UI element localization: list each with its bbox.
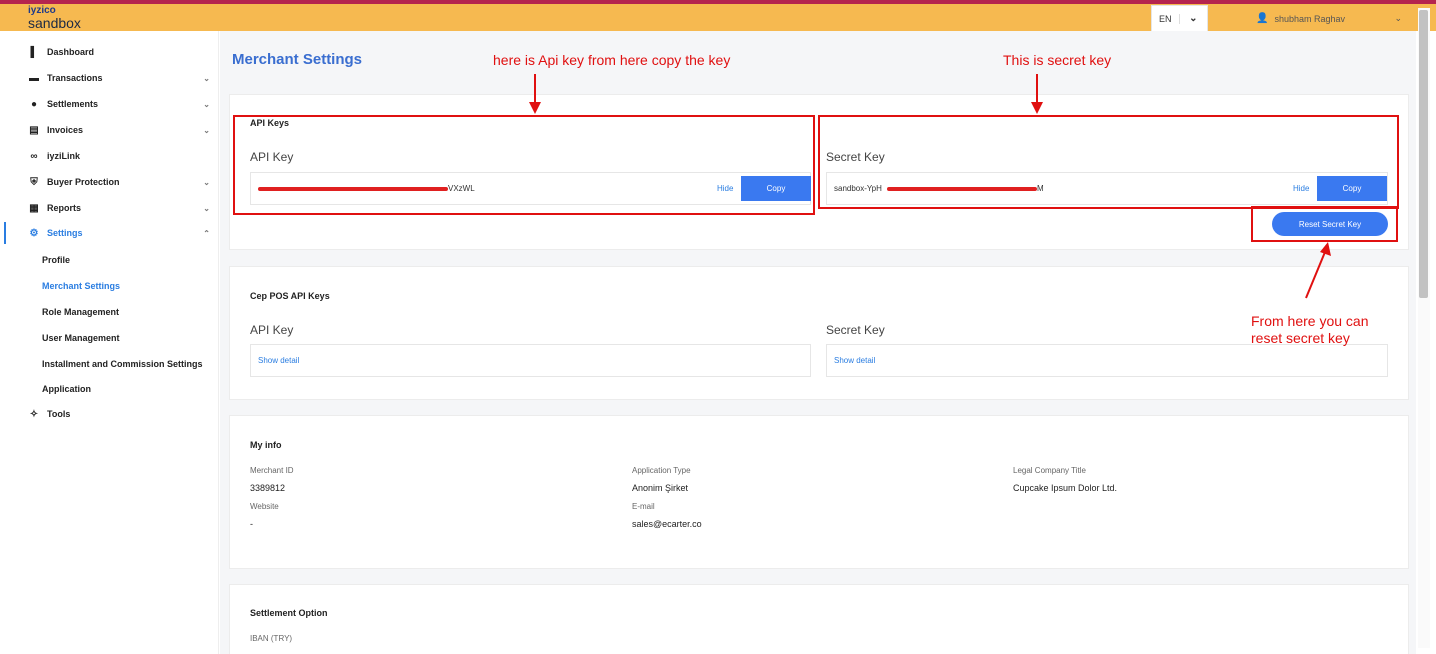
annotation-arrow-down-icon [529, 74, 541, 114]
sidebar: ▌ Dashboard ▬ Transactions ⌄ ● Settlemen… [0, 31, 219, 654]
brand-line2: sandbox [28, 15, 81, 31]
sidebar-item-label: iyziLink [47, 151, 81, 161]
website-label: Website [250, 502, 279, 511]
page-title: Merchant Settings [232, 51, 363, 68]
application-type-value: Anonim Şirket [632, 483, 689, 493]
merchant-id-value: 3389812 [250, 483, 286, 493]
annotation-secret-key-note: This is secret key [1003, 52, 1112, 68]
chevron-down-icon: ⌄ [203, 203, 210, 213]
sidebar-item-settlements[interactable]: ● Settlements ⌄ [0, 91, 219, 117]
sidebar-subitem-merchant-settings[interactable]: Merchant Settings [42, 281, 120, 291]
cep-pos-secret-key-show-detail[interactable]: Show detail [834, 356, 875, 365]
annotation-reset-box [1251, 206, 1398, 242]
brand-logo[interactable]: iyzico sandbox [28, 6, 81, 31]
sidebar-item-label: Reports [47, 203, 82, 213]
card-icon: ▬ [29, 72, 39, 84]
chevron-down-icon: ⌄ [203, 125, 210, 135]
annotation-secret-key-box [818, 115, 1399, 209]
settlement-title: Settlement Option [250, 608, 328, 618]
puzzle-icon: ✧ [29, 408, 39, 420]
sidebar-subitem-installment-settings[interactable]: Installment and Commission Settings [42, 359, 203, 369]
gear-icon: ⚙ [29, 227, 39, 239]
cep-pos-secret-key-label: Secret Key [826, 323, 885, 337]
annotation-reset-note-line2: reset secret key [1251, 330, 1350, 346]
sidebar-item-label: Tools [47, 409, 71, 419]
sidebar-item-label: Invoices [47, 125, 84, 135]
invoice-icon: ▤ [29, 124, 39, 136]
annotation-api-key-box [233, 115, 815, 215]
coin-icon: ● [30, 98, 38, 110]
reports-icon: ▦ [29, 202, 39, 214]
settlement-card [229, 584, 1409, 654]
scrollbar-thumb[interactable] [1419, 10, 1428, 298]
sidebar-item-settings[interactable]: ⚙ Settings ⌃ [0, 220, 219, 246]
bar-chart-icon: ▌ [30, 46, 38, 58]
sidebar-subitem-application[interactable]: Application [42, 384, 91, 394]
language-code: EN [1152, 13, 1180, 24]
email-label: E-mail [632, 502, 655, 511]
website-value: - [250, 519, 253, 529]
user-name: shubham Raghav [1274, 13, 1345, 24]
sidebar-item-label: Settlements [47, 99, 99, 109]
sidebar-item-label: Buyer Protection [47, 177, 120, 187]
merchant-id-label: Merchant ID [250, 466, 294, 475]
chevron-down-icon: ⌄ [203, 73, 210, 83]
user-icon: 👤 [1256, 13, 1269, 24]
annotation-arrow-down-icon [1031, 74, 1043, 114]
cep-pos-title: Cep POS API Keys [250, 291, 330, 301]
sidebar-item-transactions[interactable]: ▬ Transactions ⌄ [0, 65, 219, 91]
application-type-label: Application Type [632, 466, 691, 475]
sidebar-item-reports[interactable]: ▦ Reports ⌄ [0, 195, 219, 221]
cep-pos-api-key-field: Show detail [250, 344, 811, 377]
iban-label: IBAN (TRY) [250, 634, 293, 643]
cep-pos-secret-key-field: Show detail [826, 344, 1388, 377]
annotation-api-key-note: here is Api key from here copy the key [493, 52, 731, 68]
sidebar-item-buyer-protection[interactable]: ⛨ Buyer Protection ⌄ [0, 169, 219, 195]
cep-pos-card [229, 266, 1409, 400]
chevron-down-icon: ⌄ [1394, 13, 1402, 23]
cep-pos-api-key-show-detail[interactable]: Show detail [258, 356, 299, 365]
top-bar: iyzico sandbox EN ⌄ 👤 shubham Raghav ⌄ [0, 4, 1436, 32]
sidebar-item-tools[interactable]: ✧ Tools [0, 401, 219, 427]
language-selector[interactable]: EN ⌄ [1151, 5, 1208, 32]
sidebar-item-invoices[interactable]: ▤ Invoices ⌄ [0, 117, 219, 143]
sidebar-item-label: Transactions [47, 73, 103, 83]
chevron-down-icon: ⌄ [203, 177, 210, 187]
user-menu[interactable]: 👤 shubham Raghav ⌄ [1240, 5, 1410, 32]
chevron-down-icon: ⌄ [203, 99, 210, 109]
sidebar-item-label: Dashboard [47, 47, 95, 57]
annotation-arrow-up-icon [1305, 242, 1331, 299]
sidebar-subitem-role-management[interactable]: Role Management [42, 307, 119, 317]
my-info-card [229, 415, 1409, 569]
sidebar-subitem-user-management[interactable]: User Management [42, 333, 120, 343]
link-icon: ∞ [30, 150, 38, 162]
cep-pos-api-key-label: API Key [250, 323, 294, 337]
chevron-up-icon: ⌃ [203, 228, 210, 238]
legal-title-value: Cupcake Ipsum Dolor Ltd. [1013, 483, 1118, 493]
legal-title-label: Legal Company Title [1013, 466, 1086, 475]
sidebar-item-dashboard[interactable]: ▌ Dashboard [0, 39, 219, 65]
sidebar-item-label: Settings [47, 228, 83, 238]
shield-icon: ⛨ [30, 176, 38, 188]
sidebar-subitem-profile[interactable]: Profile [42, 255, 70, 265]
annotation-reset-note-line1: From here you can [1251, 313, 1369, 329]
my-info-title: My info [250, 440, 282, 450]
email-value: sales@ecarter.co [632, 519, 702, 529]
sidebar-item-iyzilink[interactable]: ∞ iyziLink [0, 143, 219, 169]
chevron-down-icon: ⌄ [1189, 13, 1198, 24]
